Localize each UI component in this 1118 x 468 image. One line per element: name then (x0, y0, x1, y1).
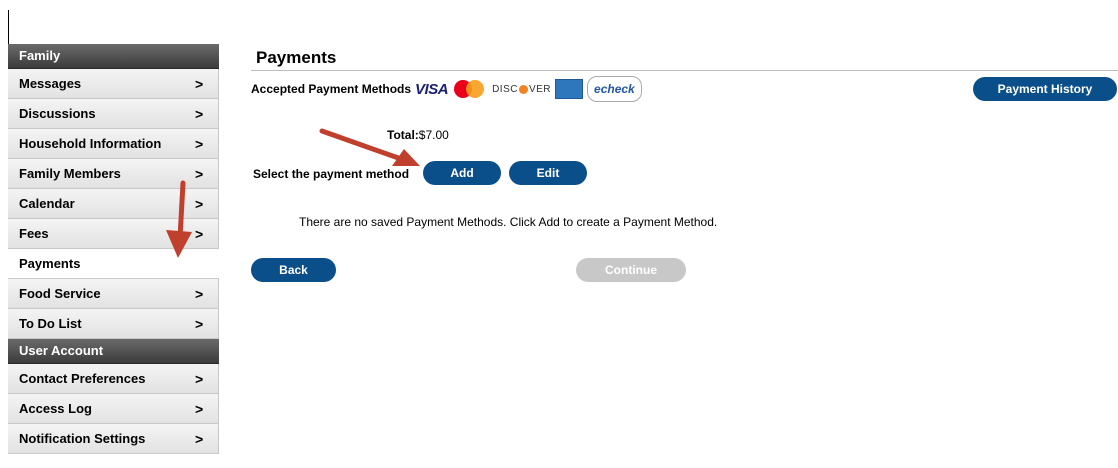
no-payment-methods-message: There are no saved Payment Methods. Clic… (299, 215, 718, 229)
payment-history-button[interactable]: Payment History (973, 77, 1117, 101)
chevron-right-icon: > (195, 196, 204, 212)
discover-logo-text: DISC (492, 83, 518, 95)
total-label: Total: (387, 128, 419, 142)
chevron-right-icon: > (195, 106, 204, 122)
sidebar-item-fees[interactable]: Fees > (8, 219, 219, 249)
echeck-logo-icon: echeck (587, 76, 642, 102)
sidebar-item-payments[interactable]: Payments (8, 249, 219, 279)
sidebar-item-label: Access Log (19, 401, 92, 416)
sidebar-item-notification-settings[interactable]: Notification Settings > (8, 424, 219, 454)
sidebar-item-food-service[interactable]: Food Service > (8, 279, 219, 309)
amex-logo-icon (555, 79, 584, 99)
total-value: $7.00 (418, 128, 449, 142)
sidebar-item-label: Discussions (19, 106, 96, 121)
discover-logo-text-tail: VER (528, 83, 552, 95)
sidebar-item-contact-preferences[interactable]: Contact Preferences > (8, 364, 219, 394)
chevron-right-icon: > (195, 166, 204, 182)
continue-button[interactable]: Continue (576, 258, 686, 282)
sidebar-item-family-members[interactable]: Family Members > (8, 159, 219, 189)
sidebar-item-label: Contact Preferences (19, 371, 146, 386)
sidebar-item-household-information[interactable]: Household Information > (8, 129, 219, 159)
sidebar-item-discussions[interactable]: Discussions > (8, 99, 219, 129)
visa-logo-icon: VISA (415, 80, 449, 98)
top-divider (8, 10, 9, 44)
sidebar-item-label: Family Members (19, 166, 121, 181)
chevron-right-icon: > (195, 286, 204, 302)
chevron-right-icon: > (195, 431, 204, 447)
sidebar-item-label: Food Service (19, 286, 101, 301)
add-button[interactable]: Add (423, 161, 501, 185)
sidebar-item-label: Notification Settings (19, 431, 146, 446)
total-amount: Total:$7.00 (387, 128, 449, 142)
page-title: Payments (256, 48, 337, 67)
accepted-payment-methods: Accepted Payment Methods VISA DISC VER ec… (251, 76, 642, 102)
select-payment-method-label: Select the payment method (253, 167, 410, 181)
sidebar-item-label: Fees (19, 226, 49, 241)
sidebar-item-messages[interactable]: Messages > (8, 69, 219, 99)
chevron-right-icon: > (195, 136, 204, 152)
title-divider (251, 70, 1118, 71)
chevron-right-icon: > (195, 76, 204, 92)
mastercard-logo-icon (452, 79, 488, 99)
chevron-right-icon: > (195, 401, 204, 417)
sidebar-header-user-account: User Account (8, 339, 219, 364)
discover-logo-icon: DISC VER (492, 78, 551, 100)
chevron-right-icon: > (195, 226, 204, 242)
main-content: Payments Accepted Payment Methods VISA D… (251, 44, 1118, 282)
sidebar-item-label: Payments (19, 256, 81, 271)
sidebar-item-label: Messages (19, 76, 82, 91)
sidebar-item-label: Household Information (19, 136, 162, 151)
chevron-right-icon: > (195, 316, 204, 332)
chevron-right-icon: > (195, 371, 204, 387)
sidebar-item-access-log[interactable]: Access Log > (8, 394, 219, 424)
sidebar-nav: Family Messages > Discussions > Househol… (8, 44, 219, 454)
sidebar-header-family: Family (8, 44, 219, 69)
sidebar-item-label: Calendar (19, 196, 75, 211)
accepted-methods-label: Accepted Payment Methods (251, 82, 412, 96)
sidebar-item-calendar[interactable]: Calendar > (8, 189, 219, 219)
back-button[interactable]: Back (251, 258, 336, 282)
sidebar-item-to-do-list[interactable]: To Do List > (8, 309, 219, 339)
edit-button[interactable]: Edit (509, 161, 587, 185)
sidebar-item-label: To Do List (19, 316, 82, 331)
